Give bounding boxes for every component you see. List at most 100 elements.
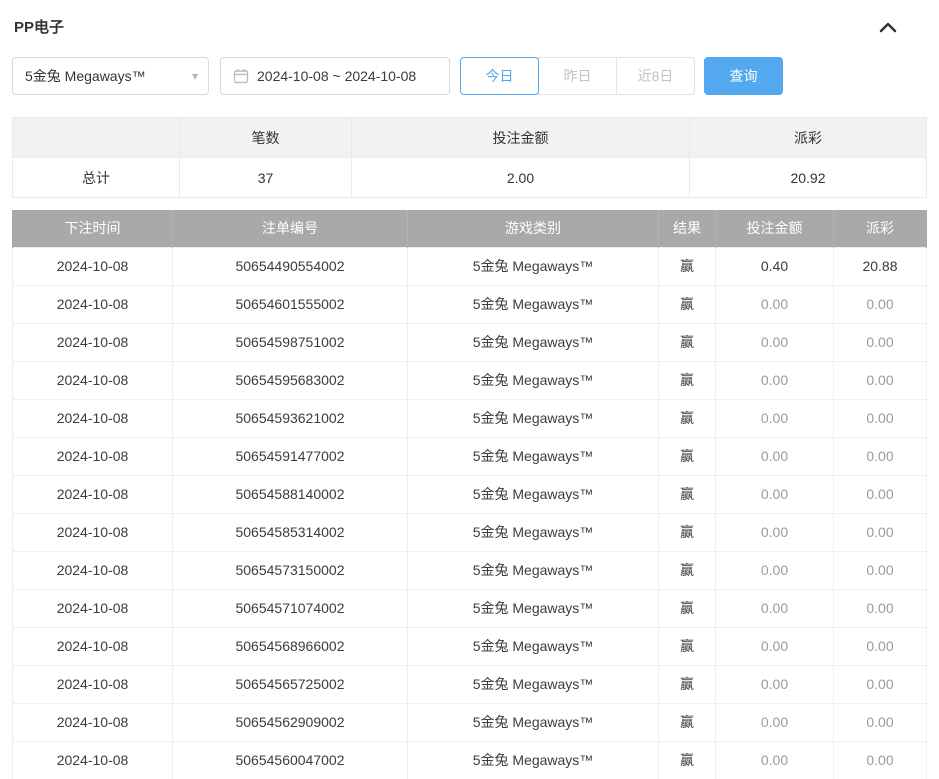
cell-bet-id: 50654598751002 xyxy=(173,323,408,361)
quick-range-group: 今日昨日近8日 xyxy=(460,57,695,95)
cell-bet-amount: 0.00 xyxy=(716,703,834,741)
table-row: 2024-10-08506545657250025金兔 Megaways™赢0.… xyxy=(13,665,927,703)
cell-payout: 0.00 xyxy=(834,475,927,513)
range-button-0[interactable]: 今日 xyxy=(460,57,539,95)
summary-table: 笔数 投注金额 派彩 总计 37 2.00 20.92 xyxy=(12,117,927,198)
cell-payout: 0.00 xyxy=(834,627,927,665)
cell-result: 赢 xyxy=(659,361,716,399)
cell-payout: 0.00 xyxy=(834,551,927,589)
summary-payout-value: 20.92 xyxy=(690,158,927,198)
cell-game-type: 5金兔 Megaways™ xyxy=(408,361,659,399)
cell-bet-time: 2024-10-08 xyxy=(13,437,173,475)
table-row: 2024-10-08506545600470025金兔 Megaways™赢0.… xyxy=(13,741,927,779)
cell-bet-id: 50654565725002 xyxy=(173,665,408,703)
table-row: 2024-10-08506545914770025金兔 Megaways™赢0.… xyxy=(13,437,927,475)
table-row: 2024-10-08506544905540025金兔 Megaways™赢0.… xyxy=(13,247,927,285)
cell-bet-amount: 0.00 xyxy=(716,399,834,437)
cell-payout: 0.00 xyxy=(834,323,927,361)
summary-bet-amount-value: 2.00 xyxy=(352,158,690,198)
summary-header-bet-amount: 投注金额 xyxy=(352,118,690,158)
cell-bet-amount: 0.00 xyxy=(716,361,834,399)
cell-result: 赢 xyxy=(659,703,716,741)
table-row: 2024-10-08506545710740025金兔 Megaways™赢0.… xyxy=(13,589,927,627)
cell-bet-time: 2024-10-08 xyxy=(13,551,173,589)
summary-header-payout: 派彩 xyxy=(690,118,927,158)
cell-bet-amount: 0.40 xyxy=(716,247,834,285)
cell-game-type: 5金兔 Megaways™ xyxy=(408,399,659,437)
collapse-chevron-up-icon[interactable] xyxy=(879,21,897,33)
table-row: 2024-10-08506545881400025金兔 Megaways™赢0.… xyxy=(13,475,927,513)
cell-result: 赢 xyxy=(659,589,716,627)
cell-bet-time: 2024-10-08 xyxy=(13,399,173,437)
detail-header-bet-id: 注单编号 xyxy=(173,210,408,247)
cell-result: 赢 xyxy=(659,627,716,665)
page-title: PP电子 xyxy=(14,16,64,37)
range-button-2[interactable]: 近8日 xyxy=(616,57,695,95)
cell-payout: 0.00 xyxy=(834,589,927,627)
cell-payout: 0.00 xyxy=(834,361,927,399)
cell-bet-amount: 0.00 xyxy=(716,437,834,475)
detail-table-body: 2024-10-08506544905540025金兔 Megaways™赢0.… xyxy=(13,247,927,779)
search-button[interactable]: 查询 xyxy=(704,57,783,95)
cell-game-type: 5金兔 Megaways™ xyxy=(408,665,659,703)
cell-bet-time: 2024-10-08 xyxy=(13,513,173,551)
summary-header-count: 笔数 xyxy=(180,118,352,158)
cell-game-type: 5金兔 Megaways™ xyxy=(408,437,659,475)
detail-table: 下注时间 注单编号 游戏类别 结果 投注金额 派彩 2024-10-085065… xyxy=(12,210,927,779)
cell-bet-amount: 0.00 xyxy=(716,513,834,551)
detail-header-game-type: 游戏类别 xyxy=(408,210,659,247)
chevron-up-icon xyxy=(879,21,897,33)
cell-game-type: 5金兔 Megaways™ xyxy=(408,285,659,323)
cell-result: 赢 xyxy=(659,437,716,475)
detail-header-bet-amount: 投注金额 xyxy=(716,210,834,247)
cell-result: 赢 xyxy=(659,247,716,285)
cell-game-type: 5金兔 Megaways™ xyxy=(408,323,659,361)
summary-total-row: 总计 37 2.00 20.92 xyxy=(13,158,927,198)
calendar-icon xyxy=(233,68,249,84)
cell-game-type: 5金兔 Megaways™ xyxy=(408,551,659,589)
cell-bet-id: 50654595683002 xyxy=(173,361,408,399)
range-button-1[interactable]: 昨日 xyxy=(538,57,617,95)
cell-bet-time: 2024-10-08 xyxy=(13,703,173,741)
cell-bet-id: 50654601555002 xyxy=(173,285,408,323)
cell-bet-id: 50654490554002 xyxy=(173,247,408,285)
table-row: 2024-10-08506545689660025金兔 Megaways™赢0.… xyxy=(13,627,927,665)
cell-bet-time: 2024-10-08 xyxy=(13,741,173,779)
cell-bet-time: 2024-10-08 xyxy=(13,665,173,703)
table-row: 2024-10-08506545956830025金兔 Megaways™赢0.… xyxy=(13,361,927,399)
cell-result: 赢 xyxy=(659,551,716,589)
table-row: 2024-10-08506545936210025金兔 Megaways™赢0.… xyxy=(13,399,927,437)
cell-result: 赢 xyxy=(659,285,716,323)
cell-game-type: 5金兔 Megaways™ xyxy=(408,513,659,551)
cell-game-type: 5金兔 Megaways™ xyxy=(408,703,659,741)
pp-slots-panel: PP电子 5金兔 Megaways™ ▾ 2024-10-08 ~ 2024-1… xyxy=(0,0,939,779)
filter-row: 5金兔 Megaways™ ▾ 2024-10-08 ~ 2024-10-08 … xyxy=(12,57,927,95)
cell-bet-amount: 0.00 xyxy=(716,285,834,323)
cell-game-type: 5金兔 Megaways™ xyxy=(408,589,659,627)
cell-bet-id: 50654562909002 xyxy=(173,703,408,741)
cell-bet-time: 2024-10-08 xyxy=(13,323,173,361)
cell-bet-id: 50654568966002 xyxy=(173,627,408,665)
cell-bet-time: 2024-10-08 xyxy=(13,475,173,513)
cell-payout: 0.00 xyxy=(834,437,927,475)
cell-bet-id: 50654560047002 xyxy=(173,741,408,779)
cell-bet-amount: 0.00 xyxy=(716,741,834,779)
cell-bet-time: 2024-10-08 xyxy=(13,247,173,285)
game-select[interactable]: 5金兔 Megaways™ ▾ xyxy=(12,57,209,95)
table-row: 2024-10-08506545731500025金兔 Megaways™赢0.… xyxy=(13,551,927,589)
cell-bet-amount: 0.00 xyxy=(716,589,834,627)
cell-result: 赢 xyxy=(659,399,716,437)
date-range-value: 2024-10-08 ~ 2024-10-08 xyxy=(257,68,416,84)
cell-bet-id: 50654571074002 xyxy=(173,589,408,627)
date-range-input[interactable]: 2024-10-08 ~ 2024-10-08 xyxy=(220,57,450,95)
cell-bet-amount: 0.00 xyxy=(716,551,834,589)
cell-payout: 20.88 xyxy=(834,247,927,285)
game-select-value: 5金兔 Megaways™ xyxy=(25,66,146,86)
detail-header-payout: 派彩 xyxy=(834,210,927,247)
detail-header-row: 下注时间 注单编号 游戏类别 结果 投注金额 派彩 xyxy=(13,210,927,247)
cell-bet-id: 50654591477002 xyxy=(173,437,408,475)
detail-header-bet-time: 下注时间 xyxy=(13,210,173,247)
cell-payout: 0.00 xyxy=(834,703,927,741)
summary-total-label: 总计 xyxy=(13,158,180,198)
cell-bet-time: 2024-10-08 xyxy=(13,361,173,399)
